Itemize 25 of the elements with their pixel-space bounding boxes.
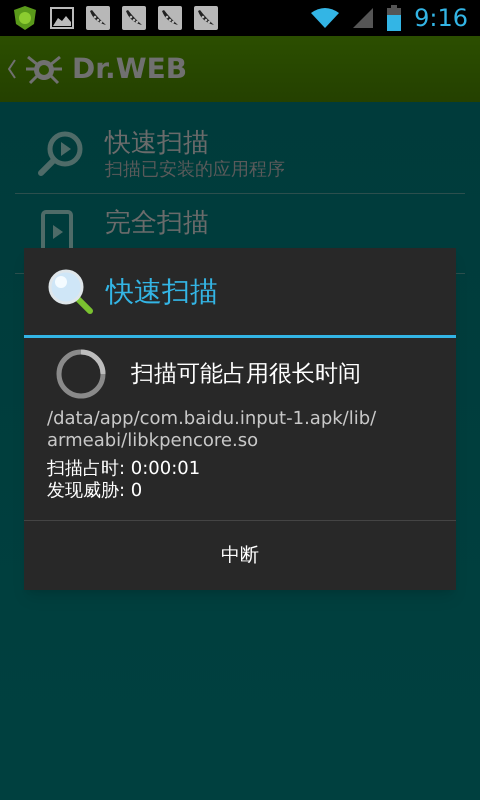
battery-icon — [386, 5, 402, 31]
image-icon — [50, 7, 74, 29]
dialog-title: 快速扫描 — [106, 274, 218, 310]
app-title: Dr.WEB — [72, 51, 188, 87]
file-path: /data/app/com.baidu.input-1.apk/lib/armeabi/libkpencore.so — [47, 408, 378, 452]
clock-time: 9:16 — [414, 3, 468, 34]
notification-icon — [122, 6, 146, 30]
menu-item[interactable]: 快速扫描 扫描已安装的应用程序 — [15, 114, 465, 194]
magnifier-icon — [46, 268, 94, 314]
search-play-icon — [35, 128, 85, 178]
signal-icon — [352, 7, 374, 29]
shield-icon — [12, 5, 38, 31]
spinner-icon — [55, 348, 107, 400]
notification-icon — [86, 6, 110, 30]
menu-item-title: 快速扫描 — [105, 126, 210, 158]
menu-item-title: 完全扫描 — [105, 206, 209, 238]
notification-icon — [194, 6, 218, 30]
dialog-message: 扫描可能占用很长时间 — [131, 360, 361, 389]
notification-icon — [158, 6, 182, 30]
menu-item-subtitle: 扫描已安装的应用程序 — [105, 158, 285, 180]
back-icon[interactable] — [8, 59, 16, 79]
wifi-icon — [310, 7, 340, 29]
scan-stat: 扫描占时: 0:00:01 — [47, 458, 202, 480]
scan-stat: 发现威胁: 0 — [47, 480, 144, 502]
abort-button[interactable]: 中断 — [24, 520, 456, 590]
